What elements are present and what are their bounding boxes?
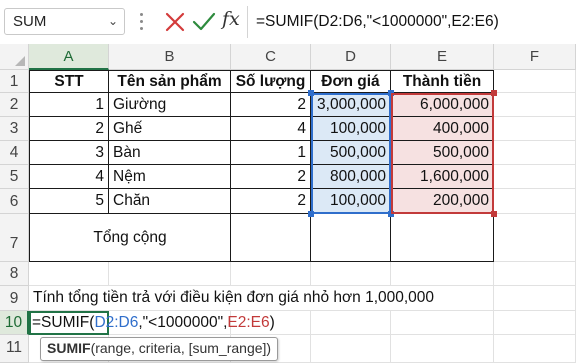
cell-unit-price[interactable]: 100,000 [311, 189, 391, 214]
cell-unit-price[interactable]: 100,000 [311, 117, 391, 141]
header-unit-price[interactable]: Đơn giá [311, 70, 391, 93]
cell-f4[interactable] [494, 141, 576, 165]
row-header-6[interactable]: 6 [0, 189, 29, 214]
enter-check-icon[interactable] [191, 9, 217, 35]
range-handle[interactable] [491, 90, 497, 96]
row-header-2[interactable]: 2 [0, 93, 29, 117]
formula-ref-range: D2:D6 [94, 314, 139, 331]
cell-stt[interactable]: 4 [29, 165, 109, 189]
cell-stt[interactable]: 1 [29, 93, 109, 117]
cell-e8[interactable] [391, 262, 494, 286]
row-header-7[interactable]: 7 [0, 214, 29, 262]
cell-f3[interactable] [494, 117, 576, 141]
cell-f5[interactable] [494, 165, 576, 189]
range-handle[interactable] [308, 211, 314, 217]
cell-d8[interactable] [311, 262, 391, 286]
cell-b8[interactable] [109, 262, 231, 286]
insert-function-icon[interactable]: fx [222, 8, 240, 30]
column-header-c[interactable]: C [231, 44, 311, 70]
summary-price-cell[interactable] [311, 214, 391, 262]
select-all-corner[interactable] [0, 44, 29, 70]
cell-e10[interactable] [391, 311, 494, 335]
note-cell[interactable]: Tính tổng tiền trả với điều kiện đơn giá… [29, 286, 434, 311]
cell-f2[interactable] [494, 93, 576, 117]
range-handle[interactable] [491, 211, 497, 217]
row-header-8[interactable]: 8 [0, 262, 29, 286]
chevron-down-icon[interactable]: ⌄ [108, 9, 118, 34]
summary-quantity-cell[interactable] [231, 214, 311, 262]
row-header-9[interactable]: 9 [0, 286, 29, 311]
cell-quantity[interactable]: 2 [231, 93, 311, 117]
function-signature-tooltip: SUMIF(range, criteria, [sum_range]) [40, 337, 279, 361]
cell-product-name[interactable]: Giường [109, 93, 231, 117]
cell-f11[interactable] [494, 335, 576, 363]
range-handle[interactable] [308, 90, 314, 96]
cell-unit-price[interactable]: 3,000,000 [311, 93, 391, 117]
cell-c8[interactable] [231, 262, 311, 286]
formula-prefix: =SUMIF( [32, 314, 95, 331]
cell-quantity[interactable]: 4 [231, 117, 311, 141]
cell-total[interactable]: 6,000,000 [391, 93, 494, 117]
formula-criteria: ,"<1000000", [138, 314, 228, 331]
header-quantity[interactable]: Số lượng [231, 70, 311, 93]
cell-edit-formula[interactable]: =SUMIF(D2:D6,"<1000000",E2:E6) [32, 311, 275, 335]
column-header-f[interactable]: F [494, 44, 576, 70]
cell-f1[interactable] [494, 70, 576, 93]
formula-input[interactable]: =SUMIF(D2:D6,"<1000000",E2:E6) [256, 9, 570, 35]
column-header-e[interactable]: E [391, 44, 494, 70]
cancel-icon[interactable] [162, 9, 188, 35]
column-header-a[interactable]: A [29, 44, 109, 70]
cell-f7[interactable] [494, 214, 576, 262]
tooltip-function-name[interactable]: SUMIF [47, 340, 91, 356]
cell-unit-price[interactable]: 500,000 [311, 141, 391, 165]
row-header-5[interactable]: 5 [0, 165, 29, 189]
cell-stt[interactable]: 2 [29, 117, 109, 141]
formula-bar-divider [247, 6, 248, 38]
cell-product-name[interactable]: Chăn [109, 189, 231, 214]
row-header-10[interactable]: 10 [0, 311, 29, 335]
drag-handle-icon[interactable] [140, 13, 144, 31]
column-header-d[interactable]: D [311, 44, 391, 70]
cell-product-name[interactable]: Bàn [109, 141, 231, 165]
cell-quantity[interactable]: 2 [231, 189, 311, 214]
cell-stt[interactable]: 5 [29, 189, 109, 214]
summary-total-cell[interactable] [391, 214, 494, 262]
cell-total[interactable]: 400,000 [391, 117, 494, 141]
cell-total[interactable]: 1,600,000 [391, 165, 494, 189]
cell-total[interactable]: 200,000 [391, 189, 494, 214]
name-box-value: SUM [13, 13, 47, 30]
header-total[interactable]: Thành tiền [391, 70, 494, 93]
header-product-name[interactable]: Tên sản phẩm [109, 70, 231, 93]
cell-quantity[interactable]: 2 [231, 165, 311, 189]
note-text: Tính tổng tiền trả với điều kiện đơn giá… [33, 289, 435, 306]
cell-f9[interactable] [494, 286, 576, 311]
cell-d11[interactable] [311, 335, 391, 363]
formula-ref-sum-range: E2:E6 [227, 314, 270, 331]
cell-product-name[interactable]: Ghế [109, 117, 231, 141]
row-header-4[interactable]: 4 [0, 141, 29, 165]
header-stt[interactable]: STT [29, 70, 109, 93]
cell-total[interactable]: 500,000 [391, 141, 494, 165]
column-header-b[interactable]: B [109, 44, 231, 70]
name-box[interactable]: SUM ⌄ [4, 8, 125, 35]
cell-stt[interactable]: 3 [29, 141, 109, 165]
cell-a8[interactable] [29, 262, 109, 286]
formula-bar-area: SUM ⌄ fx =SUMIF(D2:D6,"<1000000",E2:E6) [0, 0, 576, 44]
cell-quantity[interactable]: 1 [231, 141, 311, 165]
formula-suffix: ) [269, 314, 275, 331]
cell-f8[interactable] [494, 262, 576, 286]
summary-label-cell[interactable]: Tổng cộng [29, 214, 231, 262]
cell-unit-price[interactable]: 800,000 [311, 165, 391, 189]
range-handle[interactable] [388, 211, 394, 217]
row-header-3[interactable]: 3 [0, 117, 29, 141]
cell-f6[interactable] [494, 189, 576, 214]
cell-d10[interactable] [311, 311, 391, 335]
cell-f10[interactable] [494, 311, 576, 335]
cell-e11[interactable] [391, 335, 494, 363]
range-handle[interactable] [388, 90, 394, 96]
row-header-1[interactable]: 1 [0, 70, 29, 93]
row-header-11[interactable]: 11 [0, 335, 29, 363]
cell-product-name[interactable]: Nệm [109, 165, 231, 189]
tooltip-arguments: (range, criteria, [sum_range]) [90, 340, 272, 356]
